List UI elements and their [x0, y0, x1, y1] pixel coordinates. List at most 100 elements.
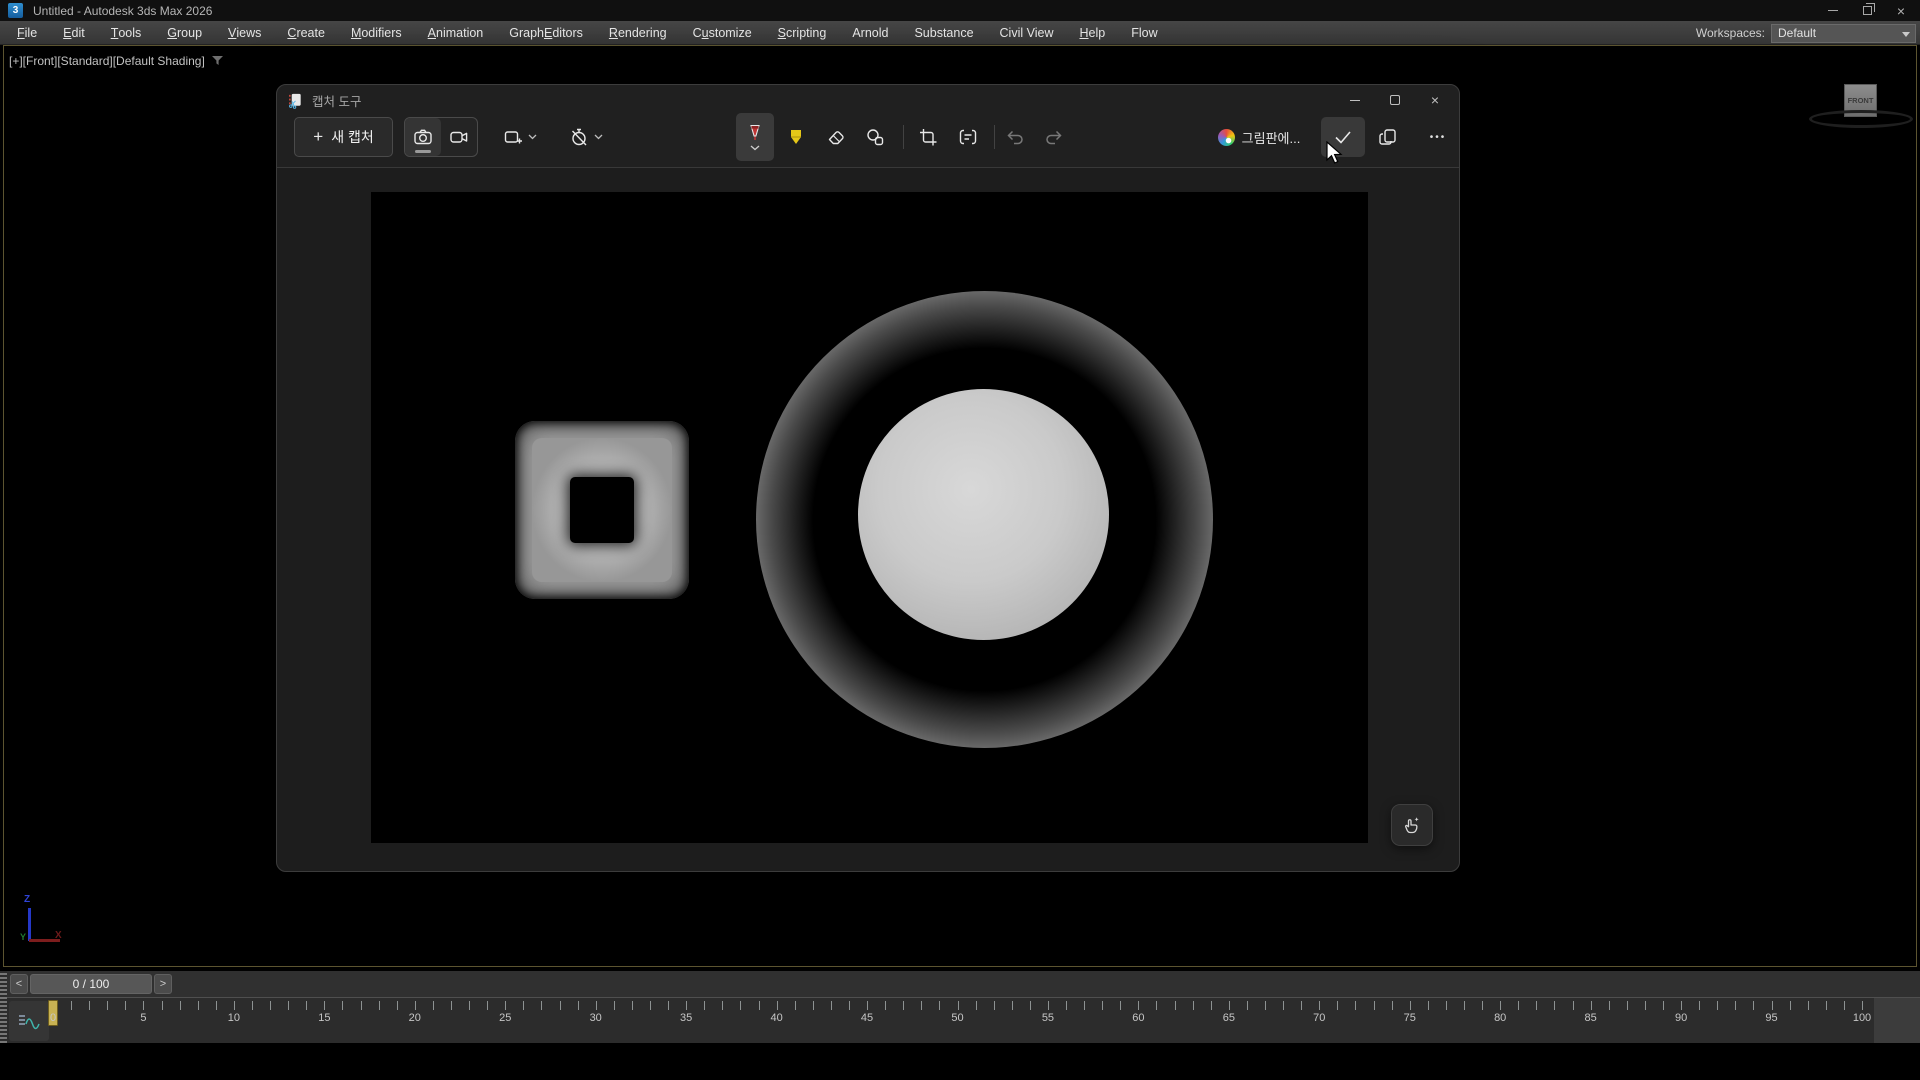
- crop-button[interactable]: [910, 117, 946, 157]
- ruler-tick: [1156, 1001, 1157, 1010]
- redo-button[interactable]: [1037, 117, 1071, 157]
- ruler-label: 20: [409, 1012, 421, 1024]
- ruler-tick: [668, 1001, 669, 1010]
- ruler-label: 70: [1313, 1012, 1325, 1024]
- snip-maximize-button[interactable]: [1375, 87, 1415, 113]
- more-options-button[interactable]: •••: [1419, 117, 1457, 157]
- menu-item-create[interactable]: Create: [274, 21, 338, 44]
- bottom-bar: [0, 1043, 1920, 1080]
- filter-funnel-icon[interactable]: [211, 55, 224, 67]
- copy-button[interactable]: [1369, 117, 1407, 157]
- snip-close-button[interactable]: ×: [1415, 87, 1455, 113]
- ruler-tick: [1030, 1001, 1031, 1010]
- ruler-tick: [1283, 1001, 1284, 1010]
- ruler-tick: [596, 1001, 597, 1010]
- ruler-tick: [704, 1001, 705, 1010]
- snipping-tool-window: 캡처 도구 × + 새 캡처: [276, 84, 1460, 872]
- menubar: FileEditToolsGroupViewsCreateModifiersAn…: [0, 21, 1920, 45]
- ruler-tick: [1301, 1001, 1302, 1010]
- menu-item-help[interactable]: Help: [1066, 21, 1118, 44]
- mini-curve-editor-button[interactable]: [9, 1001, 49, 1041]
- menu-item-civil-view[interactable]: Civil View: [987, 21, 1067, 44]
- workspaces-label: Workspaces:: [1696, 26, 1765, 40]
- capture-delay-dropdown[interactable]: [558, 121, 614, 153]
- menu-item-views[interactable]: Views: [215, 21, 274, 44]
- ruler-tick: [740, 1001, 741, 1010]
- time-ruler[interactable]: 0510152025303540455055606570758085909510…: [53, 998, 1862, 1044]
- viewport-label[interactable]: [+][Front][Standard][Default Shading]: [9, 54, 224, 68]
- ruler-label: 35: [680, 1012, 692, 1024]
- viewcube-compass-ring[interactable]: [1809, 110, 1913, 128]
- ruler-label: 10: [228, 1012, 240, 1024]
- workspace-select[interactable]: Default: [1771, 24, 1916, 43]
- ruler-tick: [71, 1001, 72, 1010]
- new-capture-button[interactable]: + 새 캡처: [294, 117, 393, 157]
- ruler-tick: [1844, 1001, 1845, 1010]
- ruler-tick: [1573, 1001, 1574, 1010]
- menu-item-group[interactable]: Group: [154, 21, 215, 44]
- ruler-tick: [849, 1001, 850, 1010]
- ballpoint-pen-button[interactable]: [736, 113, 774, 161]
- main-restore-button[interactable]: [1850, 0, 1884, 21]
- axis-x-label: X: [55, 930, 62, 941]
- menu-item-customize[interactable]: Customize: [680, 21, 765, 44]
- ruler-tick: [1826, 1001, 1827, 1010]
- ruler-label: 50: [951, 1012, 963, 1024]
- capture-shape-dropdown[interactable]: [492, 121, 548, 153]
- ruler-tick: [1247, 1001, 1248, 1010]
- current-frame-field[interactable]: 0 / 100: [30, 974, 152, 994]
- ruler-label: 0: [50, 1012, 56, 1024]
- ruler-end-block: [1874, 998, 1920, 1044]
- menu-item-graph-editors[interactable]: Graph Editors: [496, 21, 596, 44]
- timeline-drag-handle[interactable]: [0, 971, 7, 1043]
- ruler-tick: [795, 1001, 796, 1010]
- ruler-tick: [1645, 1001, 1646, 1010]
- ruler-tick: [777, 1001, 778, 1010]
- shapes-button[interactable]: [857, 117, 893, 157]
- text-actions-button[interactable]: [950, 117, 986, 157]
- copy-icon: [1378, 127, 1398, 147]
- ruler-tick: [939, 1001, 940, 1010]
- menu-item-file[interactable]: File: [4, 21, 50, 44]
- eraser-button[interactable]: [818, 117, 854, 157]
- ruler-label: 85: [1585, 1012, 1597, 1024]
- chevron-down-icon: [750, 145, 760, 151]
- menu-item-edit[interactable]: Edit: [50, 21, 98, 44]
- axis-z-line: [28, 908, 31, 941]
- video-capture-button[interactable]: [441, 118, 477, 156]
- camera-icon: [413, 127, 433, 147]
- ruler-tick: [1554, 1001, 1555, 1010]
- ruler-tick: [270, 1001, 271, 1010]
- ruler-tick: [1681, 1001, 1682, 1010]
- menu-item-animation[interactable]: Animation: [415, 21, 497, 44]
- ruler-tick: [994, 1001, 995, 1010]
- 3dsmax-logo-icon: 3: [8, 3, 23, 18]
- next-frame-button[interactable]: >: [154, 974, 172, 994]
- menu-item-arnold[interactable]: Arnold: [839, 21, 901, 44]
- menu-item-modifiers[interactable]: Modifiers: [338, 21, 415, 44]
- undo-icon: [1005, 127, 1025, 147]
- main-close-button[interactable]: ×: [1884, 0, 1918, 21]
- menu-item-scripting[interactable]: Scripting: [765, 21, 840, 44]
- previous-frame-button[interactable]: <: [10, 974, 28, 994]
- restore-icon: [1863, 6, 1872, 15]
- photo-capture-button[interactable]: [405, 118, 441, 156]
- edit-in-paint-button[interactable]: 그림판에...: [1205, 117, 1313, 157]
- snip-titlebar[interactable]: 캡처 도구 ×: [277, 85, 1459, 115]
- snip-minimize-button[interactable]: [1335, 87, 1375, 113]
- ruler-tick: [1862, 1001, 1863, 1010]
- ruler-tick: [198, 1001, 199, 1010]
- ruler-tick: [1229, 1001, 1230, 1010]
- menu-item-tools[interactable]: Tools: [98, 21, 155, 44]
- eraser-icon: [826, 127, 846, 147]
- menu-item-substance[interactable]: Substance: [901, 21, 986, 44]
- highlighter-button[interactable]: [778, 117, 814, 157]
- toolbar-separator: [903, 125, 904, 149]
- menu-item-rendering[interactable]: Rendering: [596, 21, 680, 44]
- ruler-tick: [125, 1001, 126, 1010]
- main-minimize-button[interactable]: [1816, 0, 1850, 21]
- capture-mode-toggle: [404, 117, 478, 157]
- undo-button[interactable]: [998, 117, 1032, 157]
- touch-writing-button[interactable]: [1391, 804, 1433, 846]
- menu-item-flow[interactable]: Flow: [1118, 21, 1170, 44]
